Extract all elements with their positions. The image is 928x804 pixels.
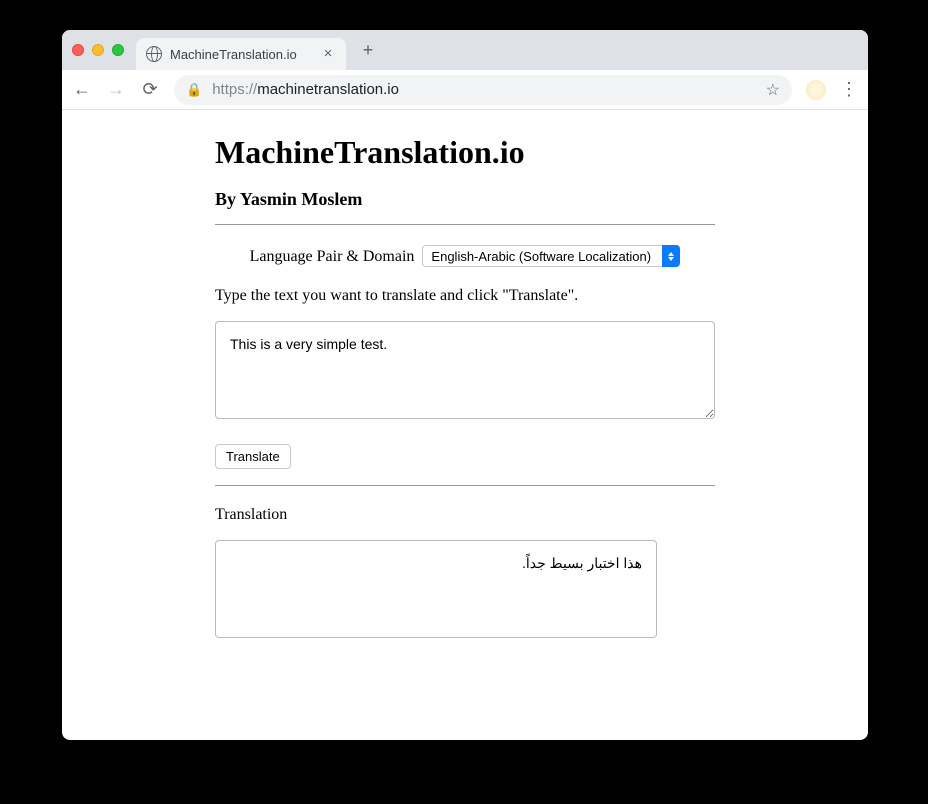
window-controls xyxy=(72,44,124,56)
tab-strip: MachineTranslation.io × + xyxy=(62,30,868,70)
page: MachineTranslation.io By Yasmin Moslem L… xyxy=(215,134,715,638)
globe-icon xyxy=(146,46,162,62)
minimize-window-icon[interactable] xyxy=(92,44,104,56)
language-row: Language Pair & Domain English-Arabic (S… xyxy=(215,245,715,267)
instruction-text: Type the text you want to translate and … xyxy=(215,287,715,305)
maximize-window-icon[interactable] xyxy=(112,44,124,56)
language-select[interactable]: English-Arabic (Software Localization) xyxy=(422,245,680,267)
translation-output: هذا اختبار بسيط جداً. xyxy=(215,540,657,638)
output-label: Translation xyxy=(215,506,715,524)
language-select-wrap: English-Arabic (Software Localization) xyxy=(422,245,680,267)
browser-toolbar: ← → ⟳ 🔒 https://machinetranslation.io ☆ … xyxy=(62,70,868,110)
browser-tab[interactable]: MachineTranslation.io × xyxy=(136,38,346,70)
tab-title: MachineTranslation.io xyxy=(170,47,312,62)
menu-icon[interactable]: ⋮ xyxy=(840,79,858,100)
page-byline: By Yasmin Moslem xyxy=(215,189,715,210)
reload-button[interactable]: ⟳ xyxy=(140,79,160,100)
translate-button[interactable]: Translate xyxy=(215,444,291,469)
bookmark-star-icon[interactable]: ☆ xyxy=(766,80,780,100)
source-text-input[interactable] xyxy=(215,321,715,419)
divider xyxy=(215,485,715,486)
forward-button[interactable]: → xyxy=(106,79,126,100)
address-bar[interactable]: 🔒 https://machinetranslation.io ☆ xyxy=(174,75,792,105)
back-button[interactable]: ← xyxy=(72,79,92,100)
browser-window: MachineTranslation.io × + ← → ⟳ 🔒 https:… xyxy=(62,30,868,740)
extension-icon[interactable] xyxy=(806,80,826,100)
translation-text: هذا اختبار بسيط جداً. xyxy=(522,555,642,571)
page-content: MachineTranslation.io By Yasmin Moslem L… xyxy=(62,110,868,740)
close-window-icon[interactable] xyxy=(72,44,84,56)
new-tab-button[interactable]: + xyxy=(354,36,382,64)
page-title: MachineTranslation.io xyxy=(215,134,715,171)
language-label: Language Pair & Domain xyxy=(250,248,415,265)
close-tab-icon[interactable]: × xyxy=(320,46,336,62)
lock-icon: 🔒 xyxy=(186,82,202,98)
divider xyxy=(215,224,715,225)
url-text: https://machinetranslation.io xyxy=(212,81,755,98)
